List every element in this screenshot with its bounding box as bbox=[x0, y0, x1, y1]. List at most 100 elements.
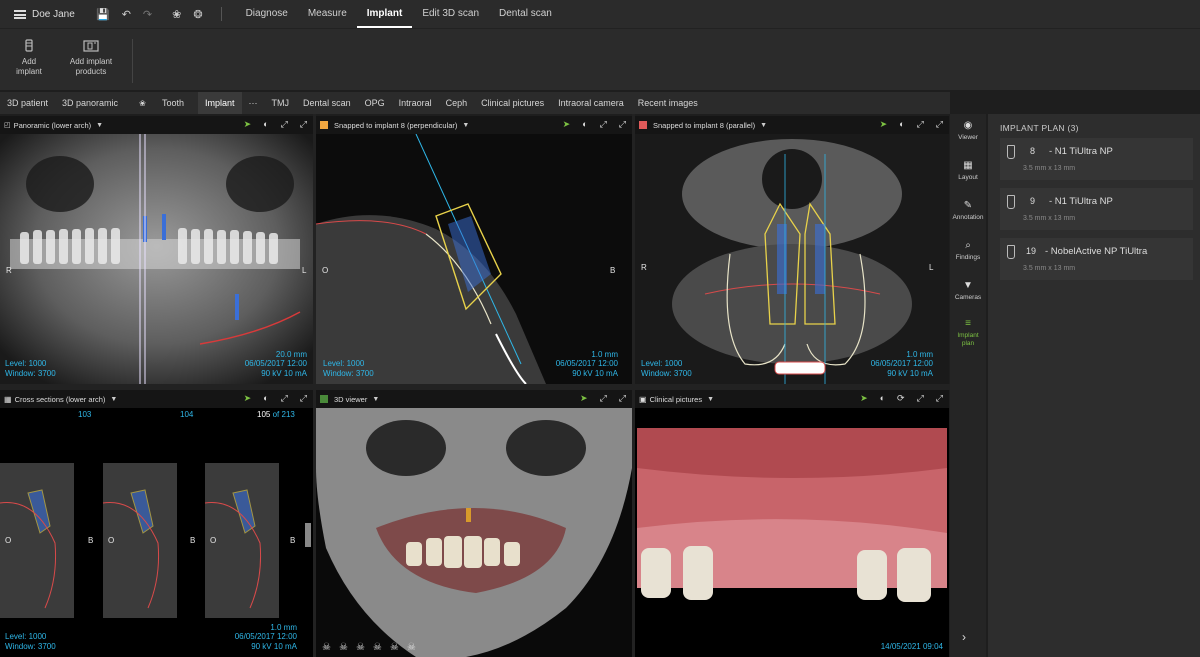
skull-side-icon[interactable]: ☠ bbox=[339, 642, 348, 653]
user-menu[interactable]: Doe Jane bbox=[0, 9, 84, 20]
skull-right-icon[interactable]: ☠ bbox=[373, 642, 382, 653]
contrast-icon[interactable]: ◐ bbox=[582, 119, 587, 130]
scan-info: 1.0 mm 06/05/2017 12:00 90 kV 10 mA bbox=[871, 350, 933, 379]
tab-3d-panoramic[interactable]: 3D panoramic bbox=[55, 92, 125, 114]
scan-info: 1.0 mm 06/05/2017 12:00 90 kV 10 mA bbox=[235, 623, 297, 652]
tab-tooth[interactable]: ❀ Tooth bbox=[125, 92, 198, 114]
cross-sections-viewport[interactable]: ▦ Cross sections (lower arch) ▼ ➤ ◐ ⤢ ⤢ 103 1… bbox=[0, 390, 313, 657]
section-index-104[interactable]: 104 bbox=[180, 410, 193, 419]
cursor-icon[interactable]: ➤ bbox=[860, 393, 868, 404]
section-index-105: 105 bbox=[257, 410, 271, 419]
contrast-icon[interactable]: ◐ bbox=[880, 393, 885, 404]
cursor-icon[interactable]: ➤ bbox=[580, 393, 588, 404]
tab-intraoral-camera[interactable]: Intraoral camera bbox=[551, 92, 631, 114]
cursor-icon[interactable]: ➤ bbox=[244, 393, 252, 404]
panoramic-viewport[interactable]: ◰ Panoramic (lower arch) ▼ ➤ ◐ ⤢ ⤢ R L Level:… bbox=[0, 116, 313, 384]
implant-tooth-number: 8 bbox=[1030, 146, 1036, 156]
nav-implant[interactable]: Implant bbox=[356, 0, 413, 28]
clinical-pictures-viewport[interactable]: ▣ Clinical pictures ▼ ➤ ◐ ⟳ ⤢ ⤢ 14/05/2021 09:… bbox=[635, 390, 949, 657]
scan-info: 20.0 mm 06/05/2017 12:00 90 kV 10 mA bbox=[245, 350, 307, 379]
tab-intraoral[interactable]: Intraoral bbox=[392, 92, 439, 114]
tab-implant[interactable]: Implant bbox=[198, 92, 242, 114]
fit-icon[interactable]: ⤢ bbox=[281, 119, 288, 130]
sidebar-findings[interactable]: ⌕ Findings bbox=[950, 241, 986, 262]
fit-icon[interactable]: ⤢ bbox=[917, 393, 924, 404]
implant-plan-item[interactable]: 19 - NobelActive NP TiUltra 3.5 mm x 13 mm bbox=[1000, 238, 1193, 280]
add-implant-label: Add implant bbox=[16, 57, 42, 76]
implant-plan-item[interactable]: 8 - N1 TiUltra NP 3.5 mm x 13 mm bbox=[1000, 138, 1193, 180]
section-index-103[interactable]: 103 bbox=[78, 410, 91, 419]
tab-ceph[interactable]: Ceph bbox=[439, 92, 475, 114]
viewport-color-swatch bbox=[320, 121, 328, 129]
maximize-icon[interactable]: ⤢ bbox=[300, 119, 307, 130]
sidebar-layout[interactable]: ▦ Layout bbox=[950, 161, 986, 182]
orientation-left: O bbox=[322, 266, 329, 275]
redo-icon[interactable]: ↷ bbox=[143, 8, 152, 21]
menu-icon[interactable] bbox=[14, 9, 26, 19]
3d-viewer-viewport[interactable]: 3D viewer ▼ ➤ ⤢ ⤢ ☠ ☠ ☠ ☠ ☠ ☠ bbox=[316, 390, 632, 657]
skull-front-icon[interactable]: ☠ bbox=[322, 642, 331, 653]
parallel-viewport[interactable]: Snapped to implant 8 (parallel) ▼ ➤ ◐ ⤢ ⤢ R … bbox=[635, 116, 949, 384]
tab-dental-scan[interactable]: Dental scan bbox=[296, 92, 358, 114]
chevron-right-icon[interactable]: › bbox=[962, 630, 966, 644]
chevron-down-icon[interactable]: ▼ bbox=[372, 396, 379, 403]
contrast-icon[interactable]: ◐ bbox=[263, 393, 268, 404]
sidebar-viewer[interactable]: ◉ Viewer bbox=[950, 121, 986, 142]
tab-tmj[interactable]: TMJ bbox=[265, 92, 297, 114]
fit-icon[interactable]: ⤢ bbox=[281, 393, 288, 404]
undo-icon[interactable]: ↶ bbox=[122, 8, 131, 21]
implant-tooth-number: 19 bbox=[1026, 246, 1037, 256]
viewport-title: Panoramic (lower arch) bbox=[13, 120, 92, 130]
chevron-down-icon[interactable]: ▼ bbox=[707, 396, 714, 403]
maximize-icon[interactable]: ⤢ bbox=[936, 393, 943, 404]
add-implant-button[interactable]: Add implant bbox=[8, 39, 50, 77]
tab-opg[interactable]: OPG bbox=[358, 92, 392, 114]
contrast-icon[interactable]: ◐ bbox=[263, 119, 268, 130]
cursor-icon[interactable]: ➤ bbox=[880, 119, 888, 130]
chevron-down-icon[interactable]: ▼ bbox=[760, 122, 767, 129]
fit-icon[interactable]: ⤢ bbox=[600, 393, 607, 404]
tab-more-menu[interactable]: ··· bbox=[242, 92, 265, 114]
scan-settings-icon[interactable]: ❂ bbox=[193, 8, 202, 21]
tab-clinical-pictures[interactable]: Clinical pictures bbox=[474, 92, 551, 114]
skull-left-icon[interactable]: ☠ bbox=[356, 642, 365, 653]
orientation-b-3: B bbox=[290, 536, 296, 545]
viewport-title: Clinical pictures bbox=[649, 394, 703, 404]
contrast-icon[interactable]: ◐ bbox=[899, 119, 904, 130]
fit-icon[interactable]: ⤢ bbox=[917, 119, 924, 130]
rotate-icon[interactable]: ⟳ bbox=[897, 393, 905, 404]
perpendicular-viewport[interactable]: Snapped to implant 8 (perpendicular) ▼ ➤ ◐… bbox=[316, 116, 632, 384]
nav-edit-3d-scan[interactable]: Edit 3D scan bbox=[412, 0, 489, 28]
implant-tooth-number: 9 bbox=[1030, 196, 1036, 206]
nav-measure[interactable]: Measure bbox=[298, 0, 357, 28]
chevron-down-icon[interactable]: ▼ bbox=[110, 396, 117, 403]
sidebar-annotation[interactable]: ✎ Annotation bbox=[950, 201, 986, 222]
maximize-icon[interactable]: ⤢ bbox=[936, 119, 943, 130]
level-window: Level: 1000 Window: 3700 bbox=[323, 359, 374, 378]
implant-plan-item[interactable]: 9 - N1 TiUltra NP 3.5 mm x 13 mm bbox=[1000, 188, 1193, 230]
cursor-icon[interactable]: ➤ bbox=[244, 119, 252, 130]
tab-3d-patient[interactable]: 3D patient bbox=[0, 92, 55, 114]
maximize-icon[interactable]: ⤢ bbox=[619, 393, 626, 404]
nav-diagnose[interactable]: Diagnose bbox=[236, 0, 298, 28]
cursor-icon[interactable]: ➤ bbox=[563, 119, 571, 130]
implant-plan-panel: IMPLANT PLAN (3) 8 - N1 TiUltra NP 3.5 mm … bbox=[988, 114, 1200, 657]
chevron-down-icon[interactable]: ▼ bbox=[96, 122, 103, 129]
sidebar-cameras[interactable]: ▼ Cameras bbox=[950, 281, 986, 302]
thickness-value: 1.0 mm bbox=[591, 349, 618, 359]
tooth-settings-icon[interactable]: ❀ bbox=[172, 8, 181, 21]
tab-recent-images[interactable]: Recent images bbox=[631, 92, 705, 114]
chevron-down-icon[interactable]: ▼ bbox=[462, 122, 469, 129]
3d-view-presets: ☠ ☠ ☠ ☠ ☠ ☠ bbox=[322, 642, 416, 653]
sidebar-implant-plan[interactable]: ≡ Implant plan bbox=[950, 319, 986, 348]
orientation-b-1: B bbox=[88, 536, 94, 545]
level-window: Level: 1000 Window: 3700 bbox=[641, 359, 692, 378]
nav-dental-scan[interactable]: Dental scan bbox=[489, 0, 562, 28]
maximize-icon[interactable]: ⤢ bbox=[619, 119, 626, 130]
skull-bottom-icon[interactable]: ☠ bbox=[407, 642, 416, 653]
skull-top-icon[interactable]: ☠ bbox=[390, 642, 399, 653]
fit-icon[interactable]: ⤢ bbox=[600, 119, 607, 130]
add-implant-products-button[interactable]: Add implant products bbox=[64, 39, 118, 77]
save-icon[interactable]: 💾 bbox=[96, 8, 110, 21]
maximize-icon[interactable]: ⤢ bbox=[300, 393, 307, 404]
